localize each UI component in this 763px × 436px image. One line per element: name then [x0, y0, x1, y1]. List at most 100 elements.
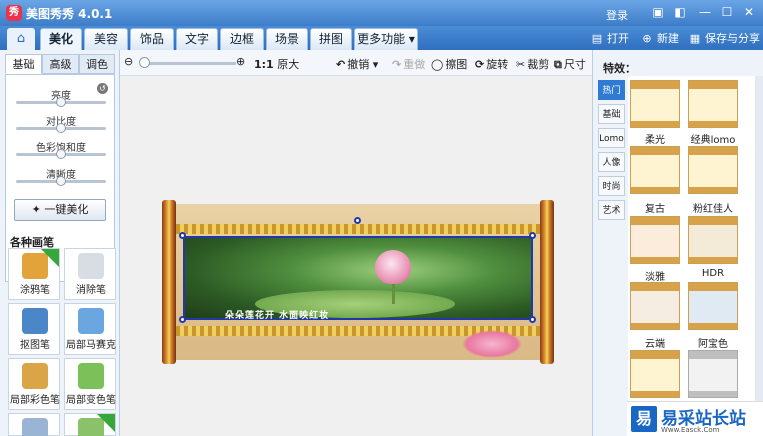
tab-beautify[interactable]: 美化 [40, 28, 82, 50]
effects-panel: 特效： 热门 基础 Lomo 人像 时尚 艺术 柔光 经典lomo 复古 粉红佳… [592, 50, 763, 436]
effect-category-portrait[interactable]: 人像 [598, 152, 625, 172]
size-button[interactable]: ⧉ 尺寸 [554, 56, 586, 72]
undo-button[interactable]: ↶ 撤销 ▾ [336, 56, 378, 72]
redo-icon: ↷ [392, 58, 402, 71]
brush-button-7[interactable] [8, 413, 60, 436]
app-logo: 秀 [6, 5, 22, 21]
scroll-frame-image[interactable]: 朵朵莲花开 水面映红妆 [162, 200, 554, 364]
tab-collage[interactable]: 拼图 [310, 28, 352, 50]
subtab-color[interactable]: 调色 [79, 54, 115, 74]
save-share-button[interactable]: ▦ 保存与分享 [688, 30, 760, 48]
cutout-pen-icon [22, 308, 48, 334]
brush-button-8[interactable] [64, 413, 116, 436]
window-title: 美图秀秀 4.0.1 [26, 7, 113, 21]
tab-makeup[interactable]: 美容 [84, 28, 128, 50]
lotus-stem [392, 282, 395, 304]
crop-icon: ✂ [516, 58, 526, 71]
effect-label: 经典lomo [690, 135, 736, 146]
effect-category-fashion[interactable]: 时尚 [598, 176, 625, 196]
zoom-slider-knob[interactable] [139, 57, 150, 68]
effect-thumb-10[interactable] [688, 350, 738, 398]
upgrade-badge [41, 249, 59, 267]
effects-title: 特效： [603, 62, 636, 75]
mosaic-icon [78, 308, 104, 334]
selection-handle-tr[interactable] [529, 232, 536, 239]
selection-handle-tl[interactable] [179, 232, 186, 239]
skin-icon[interactable]: ◧ [672, 5, 688, 20]
left-panel: 基础 高级 调色 ↺ 亮度 对比度 色彩饱和度 清晰度 ✦ 一键美化 各种画笔 … [0, 50, 120, 436]
maximize-icon[interactable]: ☐ [719, 5, 735, 20]
effect-label: 阿宝色 [698, 339, 728, 350]
watermark-subtext: Www.Easck.Com [661, 426, 720, 434]
contrast-slider-knob[interactable] [56, 123, 66, 133]
subtab-basic[interactable]: 基础 [5, 54, 42, 74]
effect-category-basic[interactable]: 基础 [598, 104, 625, 124]
cutout-brush-button[interactable]: 抠图笔 [8, 303, 60, 355]
effects-grid: 柔光 经典lomo 复古 粉红佳人 淡雅 HDR 云端 阿宝色 [628, 76, 756, 436]
effect-thumb-pink-lady[interactable] [688, 146, 738, 194]
effect-thumb-cloud[interactable] [630, 282, 680, 330]
effect-label: 粉红佳人 [693, 204, 733, 215]
home-icon[interactable]: ⌂ [7, 28, 35, 50]
zoom-out-icon[interactable]: ⊖ [124, 55, 133, 68]
zoom-slider[interactable] [144, 62, 236, 65]
effect-thumb-hdr[interactable] [688, 216, 738, 264]
sharpness-slider-knob[interactable] [56, 176, 66, 186]
resize-icon: ⧉ [554, 58, 562, 71]
photo-caption: 朵朵莲花开 水面映红妆 [225, 311, 330, 321]
mosaic-brush-button[interactable]: 局部马赛克 [64, 303, 116, 355]
effect-thumb-abao[interactable] [688, 282, 738, 330]
title-bar: 秀 美图秀秀 4.0.1 登录 ▣ ◧ — ☐ ✕ [0, 0, 763, 26]
chat-icon[interactable]: ▣ [650, 5, 666, 20]
tab-frame[interactable]: 边框 [220, 28, 264, 50]
close-icon[interactable]: ✕ [741, 5, 757, 20]
minimize-icon[interactable]: — [697, 5, 713, 20]
scroll-rod-left [162, 200, 176, 364]
effect-thumb-retro[interactable] [630, 146, 680, 194]
redo-button[interactable]: ↷ 重做 [392, 56, 425, 72]
eraser-icon [78, 253, 104, 279]
rotate-icon: ⟳ [475, 58, 485, 71]
selection-handle-rotate[interactable] [354, 217, 361, 224]
rotate-button[interactable]: ⟳ 旋转 [475, 56, 508, 72]
brightness-slider-knob[interactable] [56, 97, 66, 107]
tab-decorations[interactable]: 饰品 [130, 28, 174, 50]
effects-scrollbar[interactable] [755, 76, 763, 406]
actual-size-button[interactable]: 1:1 原大 [254, 56, 299, 72]
lotus-bud [375, 250, 411, 284]
selection-handle-br[interactable] [529, 316, 536, 323]
selection-handle-bl[interactable] [179, 316, 186, 323]
effect-thumb-9[interactable] [630, 350, 680, 398]
lotus-decoration [462, 330, 522, 358]
effect-thumb-elegant[interactable] [630, 216, 680, 264]
tab-more[interactable]: 更多功能 ▾ [354, 28, 418, 50]
effect-label: 云端 [645, 339, 665, 350]
lotus-photo[interactable]: 朵朵莲花开 水面映红妆 [183, 236, 533, 321]
subtab-advanced[interactable]: 高级 [42, 54, 79, 74]
color-brush-button[interactable]: 局部彩色笔 [8, 358, 60, 410]
effect-category-hot[interactable]: 热门 [598, 80, 625, 100]
effect-thumb-soft-light[interactable] [630, 80, 680, 128]
one-click-beautify-button[interactable]: ✦ 一键美化 [14, 199, 106, 221]
tab-text[interactable]: 文字 [176, 28, 218, 50]
plus-icon: ⊕ [642, 32, 652, 45]
zoom-in-icon[interactable]: ⊕ [236, 55, 245, 68]
magic-wand-icon: ✦ [31, 203, 45, 216]
open-button[interactable]: ▤ 打开 [590, 30, 629, 48]
effect-thumb-classic-lomo[interactable] [688, 80, 738, 128]
saturation-slider-knob[interactable] [56, 149, 66, 159]
save-icon: ▦ [689, 32, 701, 45]
graffiti-brush-button[interactable]: 涂鸦笔 [8, 248, 60, 300]
effect-category-art[interactable]: 艺术 [598, 200, 625, 220]
effect-label: 柔光 [645, 135, 665, 146]
recolor-brush-button[interactable]: 局部变色笔 [64, 358, 116, 410]
main-tab-bar: ⌂ 美化 美容 饰品 文字 边框 场景 拼图 更多功能 ▾ ▤ 打开 ⊕ 新建 ▦ 保… [0, 26, 763, 50]
tab-scene[interactable]: 场景 [266, 28, 308, 50]
new-button[interactable]: ⊕ 新建 [640, 30, 679, 48]
effect-category-lomo[interactable]: Lomo [598, 128, 625, 148]
login-link[interactable]: 登录 [606, 7, 628, 23]
erase-button[interactable]: ◯ 擦图 [431, 56, 467, 72]
eraser-brush-button[interactable]: 消除笔 [64, 248, 116, 300]
crop-button[interactable]: ✂ 裁剪 [516, 56, 549, 72]
image-canvas[interactable]: 朵朵莲花开 水面映红妆 [120, 76, 592, 436]
